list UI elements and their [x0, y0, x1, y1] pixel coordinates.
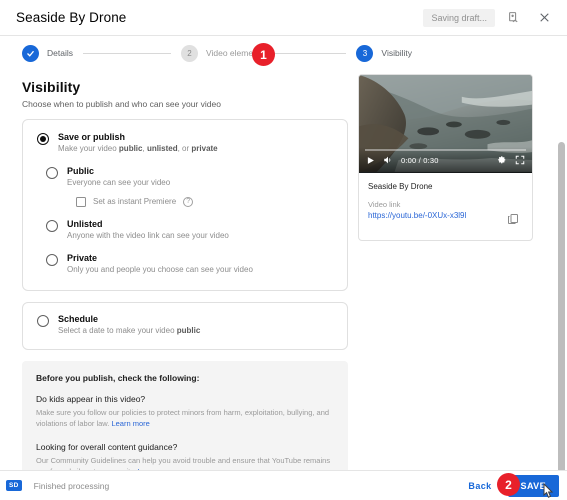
schedule-label: Schedule: [58, 314, 99, 325]
save-or-publish-label: Save or publish: [58, 132, 126, 142]
schedule-desc-prefix: Select a date to make your video: [58, 326, 177, 336]
step-details[interactable]: Details: [22, 44, 73, 62]
save-or-publish-description: Make your video public, unlisted, or pri…: [58, 144, 218, 155]
unlisted-texts: Unlisted Anyone with the video link can …: [67, 219, 229, 242]
public-texts: Public Everyone can see your video: [67, 166, 170, 189]
page-title: Seaside By Drone: [16, 10, 127, 25]
sub-option-public: Public Everyone can see your video Set a…: [46, 166, 333, 207]
back-button[interactable]: Back: [462, 477, 497, 495]
gear-icon[interactable]: [497, 155, 507, 165]
video-preview-meta: Seaside By Drone Video link https://yout…: [359, 173, 532, 240]
step-video-elements[interactable]: 2 Video elements: [180, 44, 265, 62]
visibility-heading: Visibility: [22, 79, 81, 95]
visibility-settings-column: Visibility Choose when to publish and wh…: [22, 70, 348, 470]
video-link-label: Video link: [368, 200, 401, 209]
unlisted-label: Unlisted: [67, 218, 103, 229]
step-details-label: Details: [47, 48, 73, 58]
radio-schedule[interactable]: Schedule Select a date to make your vide…: [37, 314, 333, 337]
unlisted-radio-input[interactable]: [46, 219, 58, 232]
pre-publish-checklist-panel: Before you publish, check the following:…: [22, 360, 348, 470]
stepper-connector-2: [274, 52, 347, 54]
public-label: Public: [67, 165, 95, 176]
visibility-subheading: Choose when to publish and who can see y…: [22, 99, 221, 109]
schedule-card: Schedule Select a date to make your vide…: [22, 302, 348, 350]
instant-premiere-checkbox[interactable]: [76, 196, 86, 207]
content-scrollbar[interactable]: [558, 142, 565, 470]
checklist-heading: Before you publish, check the following:: [36, 372, 200, 383]
copy-icon[interactable]: [507, 212, 523, 230]
schedule-description: Select a date to make your video public: [58, 326, 200, 337]
desc-public: public: [118, 144, 143, 153]
step-video-elements-circle: 2: [180, 44, 198, 62]
step-video-elements-label: Video elements: [205, 48, 265, 58]
step-visibility-circle: 3: [356, 44, 374, 62]
footer-actions: Back SAVE: [462, 474, 559, 497]
radio-save-or-publish[interactable]: Save or publish Make your video public, …: [37, 132, 333, 155]
checklist-question-kids: Do kids appear in this video?: [36, 393, 146, 404]
schedule-radio-input[interactable]: [37, 315, 49, 328]
dialog-footer: SD Finished processing Back SAVE: [0, 470, 567, 500]
private-texts: Private Only you and people you choose c…: [67, 253, 253, 276]
checklist-body-kids-text: Make sure you follow our policies to pro…: [36, 407, 330, 428]
private-description: Only you and people you choose can see y…: [67, 265, 253, 275]
preview-video-title: Seaside By Drone: [368, 182, 433, 191]
video-thumbnail[interactable]: 0:00 / 0:30: [359, 75, 532, 173]
dialog-header: Seaside By Drone Saving draft...: [0, 0, 567, 36]
checklist-question-guidance: Looking for overall content guidance?: [36, 441, 178, 452]
stepper-connector-1: [82, 52, 171, 54]
save-or-publish-radio-input[interactable]: [37, 133, 49, 145]
saving-status-chip: Saving draft...: [423, 8, 495, 27]
video-time-display: 0:00 / 0:30: [401, 155, 439, 165]
upload-video-dialog: Seaside By Drone Saving draft... Details…: [0, 0, 567, 500]
step-visibility[interactable]: 3 Visibility: [356, 44, 412, 62]
radio-public[interactable]: Public Everyone can see your video: [46, 166, 333, 189]
instant-premiere-label: Set as instant Premiere: [93, 197, 177, 207]
processing-status: Finished processing: [33, 480, 110, 491]
video-preview-column: 0:00 / 0:30 Seaside By Drone Video link …: [348, 70, 553, 470]
play-icon[interactable]: [366, 156, 375, 165]
unlisted-description: Anyone with the video link can see your …: [67, 230, 229, 240]
help-circle-icon[interactable]: ?: [183, 196, 194, 207]
fullscreen-icon[interactable]: [515, 155, 525, 165]
public-radio-input[interactable]: [46, 166, 58, 179]
instant-premiere-row[interactable]: Set as instant Premiere ?: [76, 196, 333, 207]
radio-private[interactable]: Private Only you and people you choose c…: [46, 253, 333, 276]
dialog-body: Visibility Choose when to publish and wh…: [0, 70, 567, 470]
close-icon[interactable]: [533, 7, 555, 29]
video-player-controls: 0:00 / 0:30: [359, 147, 532, 173]
desc-sep-2: , or: [177, 144, 192, 153]
schedule-texts: Schedule Select a date to make your vide…: [58, 314, 200, 337]
video-preview-card: 0:00 / 0:30 Seaside By Drone Video link …: [358, 74, 533, 241]
desc-private: private: [191, 144, 218, 153]
private-label: Private: [67, 253, 98, 264]
desc-unlisted: unlisted: [146, 144, 178, 153]
scrollbar-thumb[interactable]: [558, 142, 565, 470]
header-actions: Saving draft...: [423, 7, 555, 29]
visibility-sub-options: Public Everyone can see your video Set a…: [46, 166, 333, 276]
private-radio-input[interactable]: [46, 254, 58, 267]
step-details-circle: [22, 44, 39, 62]
sub-option-unlisted: Unlisted Anyone with the video link can …: [46, 219, 333, 242]
save-or-publish-card: Save or publish Make your video public, …: [22, 119, 348, 292]
sub-option-private: Private Only you and people you choose c…: [46, 253, 333, 276]
checklist-body-guidance-text: Our Community Guidelines can help you av…: [36, 455, 331, 470]
volume-icon[interactable]: [383, 155, 393, 165]
account-switch-icon[interactable]: [503, 7, 525, 29]
video-quality-badge: SD: [6, 480, 22, 491]
save-button[interactable]: SAVE: [507, 474, 559, 497]
radio-unlisted[interactable]: Unlisted Anyone with the video link can …: [46, 219, 333, 242]
video-link-row: https://youtu.be/-0XUx-x3l9l: [368, 211, 523, 230]
checklist-body-kids: Make sure you follow our policies to pro…: [36, 408, 334, 430]
desc-prefix: Make your video: [58, 144, 119, 153]
upload-stepper: Details 2 Video elements 3 Visibility: [0, 36, 567, 70]
checklist-body-guidance: Our Community Guidelines can help you av…: [36, 456, 334, 470]
schedule-desc-bold: public: [176, 326, 201, 336]
step-visibility-label: Visibility: [381, 48, 412, 58]
save-or-publish-texts: Save or publish Make your video public, …: [58, 132, 218, 155]
learn-more-link-kids[interactable]: Learn more: [111, 419, 149, 428]
video-link-url[interactable]: https://youtu.be/-0XUx-x3l9l: [368, 211, 501, 220]
public-description: Everyone can see your video: [67, 177, 171, 187]
